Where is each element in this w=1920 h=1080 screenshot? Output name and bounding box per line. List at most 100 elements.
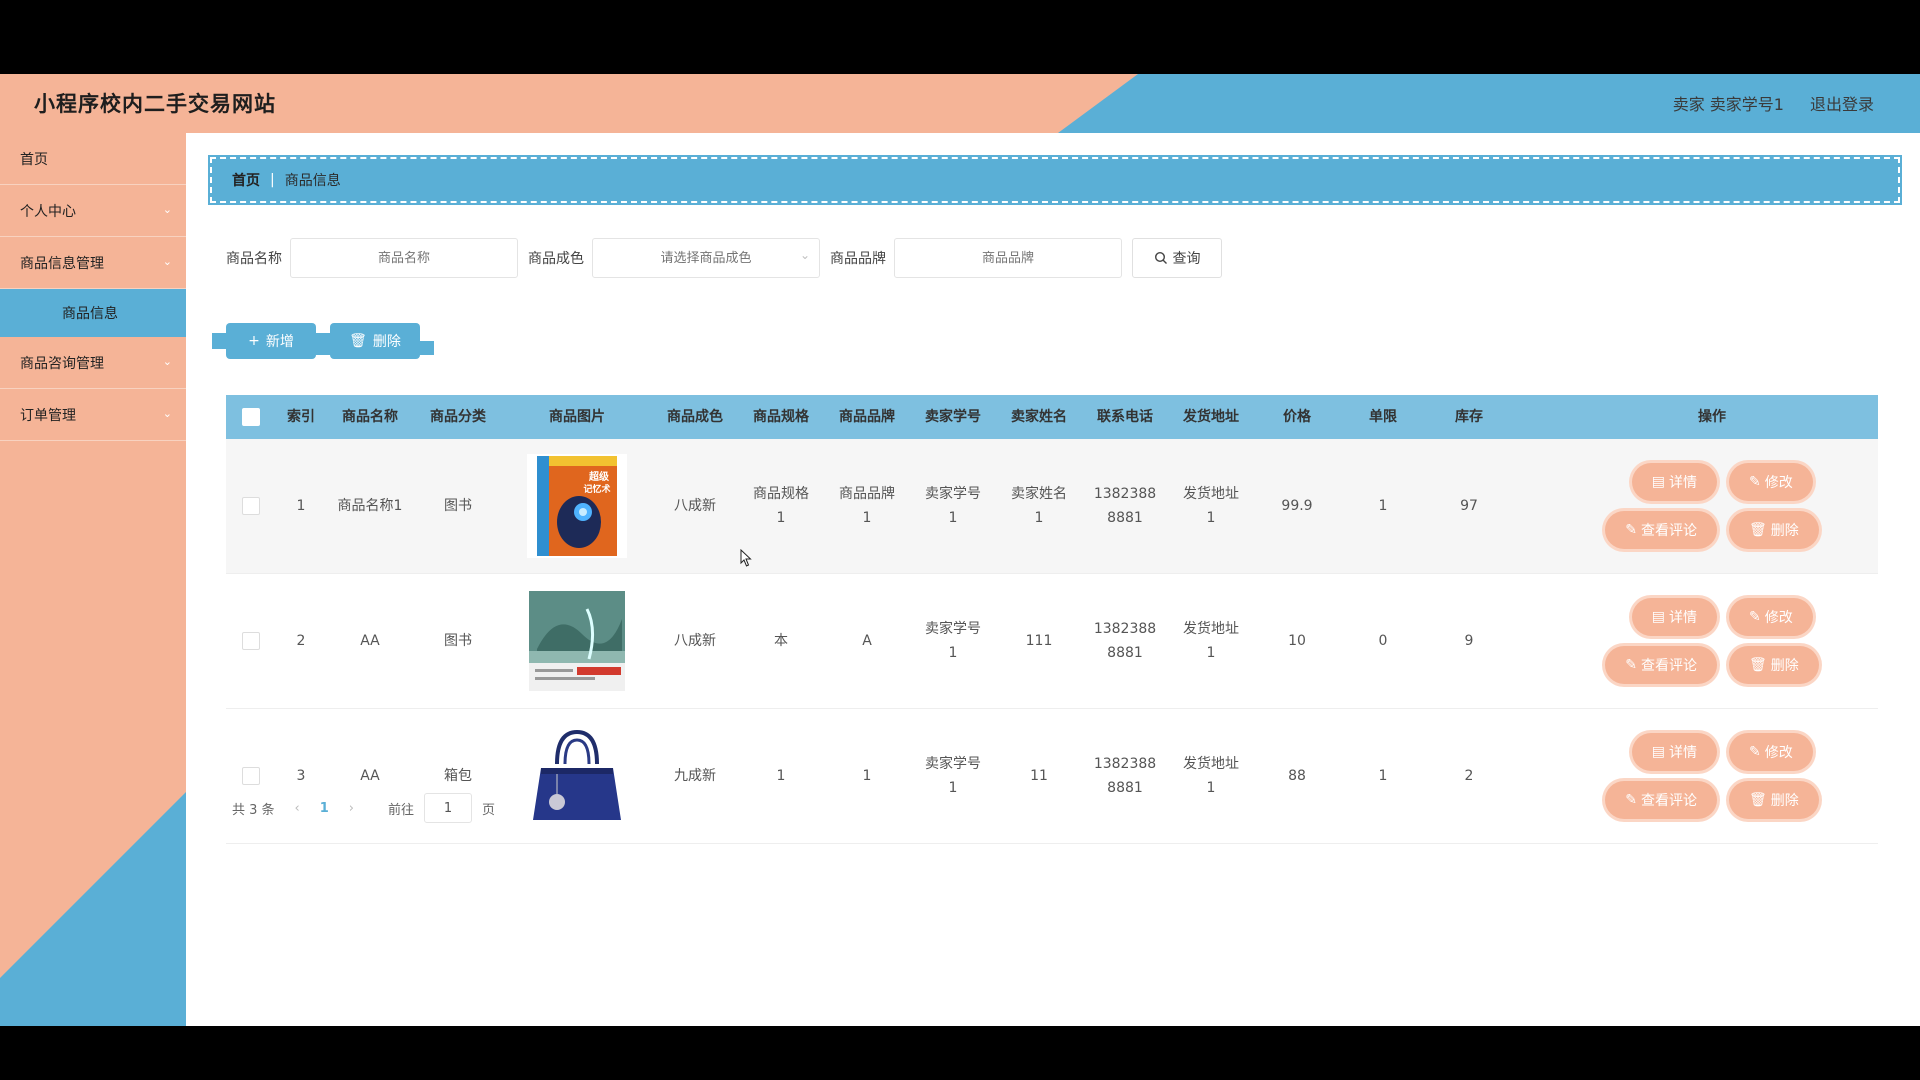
search-button-label: 查询 [1172,251,1201,267]
breadcrumb-separator: | [270,172,275,188]
sidebar-item-label: 个人中心 [20,203,76,220]
phone-line: 8881 [1107,510,1143,526]
image-cell [502,589,652,693]
limit-cell: 1 [1378,498,1388,514]
brand-line: 1 [862,510,872,526]
view-comments-button[interactable]: ✎ 查看评论 [1605,646,1717,684]
product-image-handbag [527,724,627,828]
sidebar-item-goods-management[interactable]: 商品信息管理 ⌄ [0,237,186,289]
header-background [0,74,1920,133]
goto-label: 前往 [388,802,415,818]
prev-page-icon[interactable]: ‹ [295,801,300,816]
delete-label: 删除 [1770,658,1799,674]
phone-cell: 1382388 8881 [1082,617,1168,665]
address-line: 发货地址 [1183,621,1239,637]
operations-cell: ▤ 详情 ✎ 修改 ✎ 查看评论 🗑 删除 [1512,463,1912,549]
delete-button[interactable]: 🗑 删除 [1728,511,1819,549]
detail-label: 详情 [1668,610,1697,626]
sidebar-item-label: 商品信息 [62,306,118,322]
spec-line: 商品规格 [753,486,809,502]
goto-page-input[interactable] [424,793,473,823]
column-header: 商品分类 [430,409,486,425]
sidebar-subitem-goods-info[interactable]: 商品信息 [0,289,186,337]
seller-name-line: 卖家姓名 [1011,486,1067,502]
seller-no-cell: 卖家学号 1 [910,617,996,665]
brand-cell: 商品品牌 1 [824,482,910,530]
edit-icon: ✎ [1748,474,1761,490]
detail-icon: ▤ [1651,609,1665,625]
phone-line: 8881 [1107,645,1143,661]
address-line: 发货地址 [1183,486,1239,502]
delete-button[interactable]: 🗑 删除 [1728,781,1819,819]
delete-label: 删除 [1770,793,1799,809]
row-checkbox[interactable] [242,767,260,785]
sidebar-item-label: 商品信息管理 [20,255,104,272]
seller-no-line: 卖家学号 [925,756,981,772]
breadcrumb-home[interactable]: 首页 [232,170,260,190]
spec-cell: 商品规格 1 [738,482,824,530]
row-select-cell [226,494,276,518]
sidebar-item-profile[interactable]: 个人中心 ⌄ [0,185,186,237]
detail-button[interactable]: ▤ 详情 [1631,733,1717,771]
edit-button[interactable]: ✎ 修改 [1728,463,1813,501]
name-search-input[interactable] [290,238,518,278]
condition-select-input[interactable] [592,238,820,278]
goods-table: 索引 商品名称 商品分类 商品图片 商品成色 商品规格 商品品牌 卖家学号 卖家… [226,395,1878,844]
column-header: 商品规格 [753,409,809,425]
edit-icon: ✎ [1748,609,1761,625]
detail-button[interactable]: ▤ 详情 [1631,598,1717,636]
brand-line: 商品品牌 [839,486,895,502]
view-comments-button[interactable]: ✎ 查看评论 [1605,781,1717,819]
row-checkbox[interactable] [242,497,260,515]
spec-line: 1 [776,510,786,526]
select-all-checkbox[interactable] [242,408,260,426]
trash-icon: 🗑 [1748,657,1767,673]
detail-label: 详情 [1668,475,1697,491]
price-cell: 10 [1288,633,1306,649]
column-header: 操作 [1698,409,1726,425]
brand-search-input[interactable] [894,238,1122,278]
batch-delete-button[interactable]: 🗑 删除 [316,323,434,359]
logout-link[interactable]: 退出登录 [1810,91,1874,115]
chevron-down-icon: ⌄ [799,248,810,262]
column-header: 商品成色 [667,409,723,425]
delete-button[interactable]: 🗑 删除 [1728,646,1819,684]
select-all-cell [226,405,276,429]
spec-cell: 本 [738,629,824,653]
phone-line: 1382388 [1093,486,1157,502]
search-icon [1154,251,1167,264]
seller-no-cell: 卖家学号 1 [910,752,996,800]
edit-button[interactable]: ✎ 修改 [1728,733,1813,771]
breadcrumb: 首页 | 商品信息 [208,155,1902,205]
seller-no-cell: 卖家学号 1 [910,482,996,530]
view-comments-label: 查看评论 [1640,793,1697,809]
operations-group: ▤ 详情 ✎ 修改 ✎ 查看评论 🗑 删除 [1512,463,1912,549]
view-comments-button[interactable]: ✎ 查看评论 [1605,511,1717,549]
spec-line: 本 [774,633,788,649]
trash-icon: 🗑 [349,333,367,349]
chevron-down-icon: ⌄ [162,407,172,420]
current-user[interactable]: 卖家 卖家学号1 [1673,91,1784,115]
detail-button[interactable]: ▤ 详情 [1631,463,1717,501]
sidebar-item-order-management[interactable]: 订单管理 ⌄ [0,389,186,441]
table-row: 1 商品名称1 图书 超级 记忆术 八成新 商品规格 1 商品品牌 1 卖家学号… [226,439,1878,574]
price-cell: 88 [1288,768,1306,784]
name-cell: 商品名称1 [337,498,403,514]
page-number-1[interactable]: 1 [320,801,329,816]
search-button[interactable]: 查询 [1132,238,1222,278]
name-label: 商品名称 [226,251,282,267]
stock-cell: 2 [1464,768,1474,784]
next-page-icon[interactable]: › [349,801,354,816]
row-checkbox[interactable] [242,632,260,650]
phone-cell: 1382388 8881 [1082,752,1168,800]
view-comments-label: 查看评论 [1640,523,1697,539]
edit-button[interactable]: ✎ 修改 [1728,598,1813,636]
brand-label: 商品品牌 [830,251,886,267]
detail-icon: ▤ [1651,744,1665,760]
plus-icon: + [248,333,260,349]
condition-select[interactable]: ⌄ [592,238,830,278]
add-button[interactable]: + 新增 [212,323,330,359]
sidebar-item-home[interactable]: 首页 [0,133,186,185]
column-header: 库存 [1455,409,1483,425]
sidebar-item-consult-management[interactable]: 商品咨询管理 ⌄ [0,337,186,389]
